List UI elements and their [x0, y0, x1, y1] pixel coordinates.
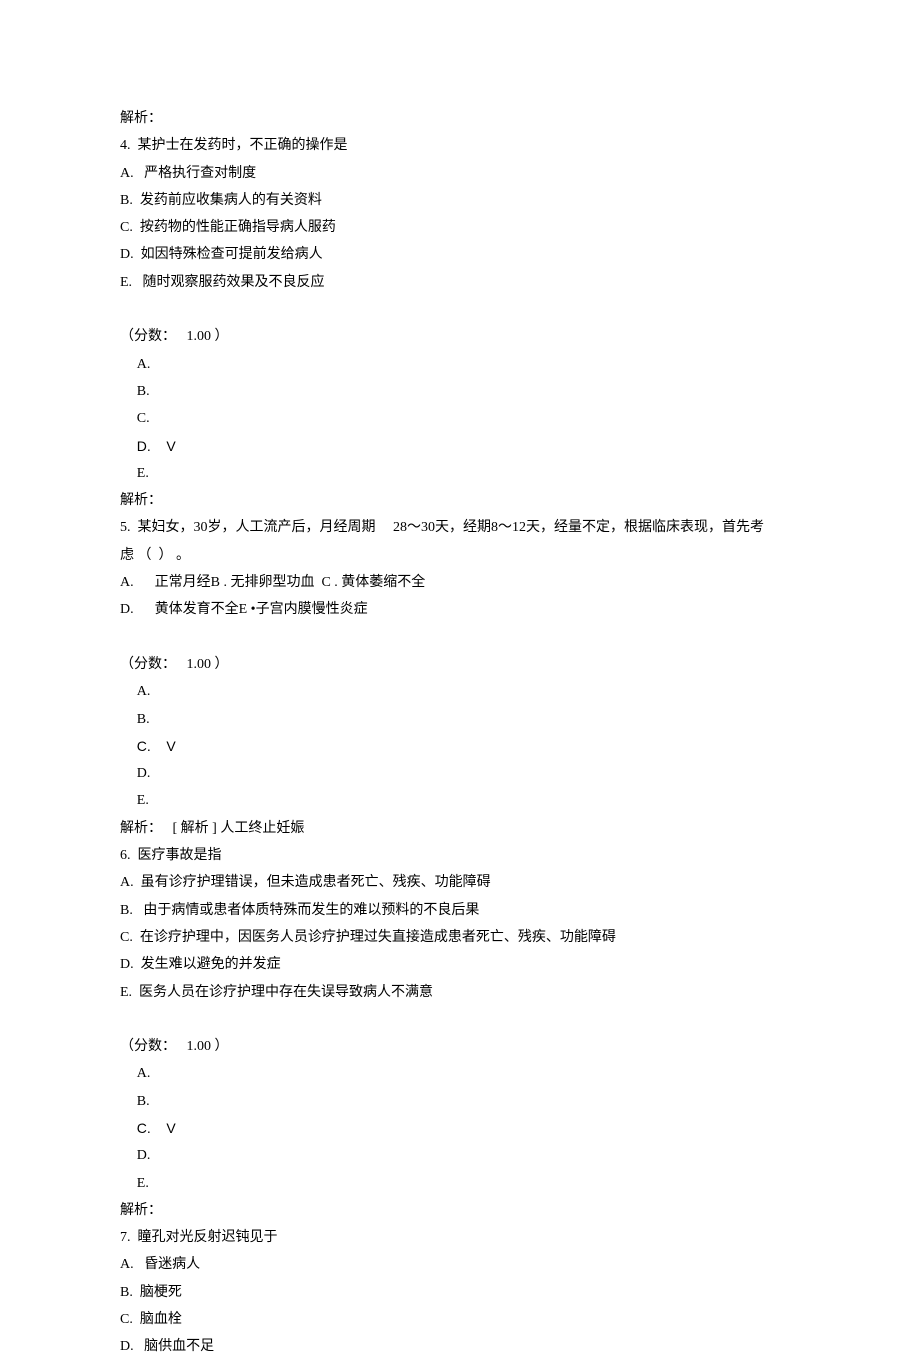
q5-ans-a: A. [120, 678, 800, 705]
q6-opt-e: E. 医务人员在诊疗护理中存在失误导致病人不满意 [120, 979, 800, 1006]
q6-ans-a: A. [120, 1060, 800, 1087]
q4-ans-d: D. V [120, 433, 800, 460]
q5-opts-line2: D. 黄体发育不全E •子宫内膜慢性炎症 [120, 596, 800, 623]
q5-ans-b: B. [120, 706, 800, 733]
q6-ans-d: D. [120, 1142, 800, 1169]
q4-score: （分数： 1.00 ） [120, 323, 800, 350]
q6-opt-b: B. 由于病情或患者体质特殊而发生的难以预料的不良后果 [120, 897, 800, 924]
q7-stem: 7. 瞳孔对光反射迟钝见于 [120, 1224, 800, 1251]
q7-opt-b: B. 脑梗死 [120, 1279, 800, 1306]
q7-opt-a: A. 昏迷病人 [120, 1251, 800, 1278]
q5-ans-e: E. [120, 787, 800, 814]
q4-post-analysis: 解析： [120, 487, 800, 514]
q5-post-analysis: 解析： [ 解析 ] 人工终止妊娠 [120, 815, 800, 842]
q6-score: （分数： 1.00 ） [120, 1033, 800, 1060]
q4-opt-e: E. 随时观察服药效果及不良反应 [120, 269, 800, 296]
q5-ans-d: D. [120, 760, 800, 787]
q4-ans-b: B. [120, 378, 800, 405]
q4-opt-b: B. 发药前应收集病人的有关资料 [120, 187, 800, 214]
q6-ans-b: B. [120, 1088, 800, 1115]
q7-opt-d: D. 脑供血不足 [120, 1333, 800, 1360]
q5-ans-c: C. V [120, 733, 800, 760]
q6-opt-c: C. 在诊疗护理中，因医务人员诊疗护理过失直接造成患者死亡、残疾、功能障碍 [120, 924, 800, 951]
q6-post-analysis: 解析： [120, 1197, 800, 1224]
q6-ans-c: C. V [120, 1115, 800, 1142]
q6-stem: 6. 医疗事故是指 [120, 842, 800, 869]
q4-stem: 4. 某护士在发药时，不正确的操作是 [120, 132, 800, 159]
q4-ans-e: E. [120, 460, 800, 487]
q5-score: （分数： 1.00 ） [120, 651, 800, 678]
q5-opts-line1: A. 正常月经B . 无排卵型功血 C . 黄体萎缩不全 [120, 569, 800, 596]
q4-opt-d: D. 如因特殊检查可提前发给病人 [120, 241, 800, 268]
q4-opt-c: C. 按药物的性能正确指导病人服药 [120, 214, 800, 241]
q6-opt-a: A. 虽有诊疗护理错误，但未造成患者死亡、残疾、功能障碍 [120, 869, 800, 896]
q6-opt-d: D. 发生难以避免的并发症 [120, 951, 800, 978]
q7-opt-c: C. 脑血栓 [120, 1306, 800, 1333]
q4-ans-c: C. [120, 405, 800, 432]
q4-opt-a: A. 严格执行查对制度 [120, 160, 800, 187]
q4-ans-a: A. [120, 351, 800, 378]
q6-ans-e: E. [120, 1170, 800, 1197]
q5-stem-line2: 虑 （ ） 。 [120, 542, 800, 569]
q4-pre-analysis: 解析： [120, 105, 800, 132]
q5-stem-line1: 5. 某妇女，30岁，人工流产后，月经周期 28～30天，经期8～12天，经量不… [120, 514, 800, 541]
